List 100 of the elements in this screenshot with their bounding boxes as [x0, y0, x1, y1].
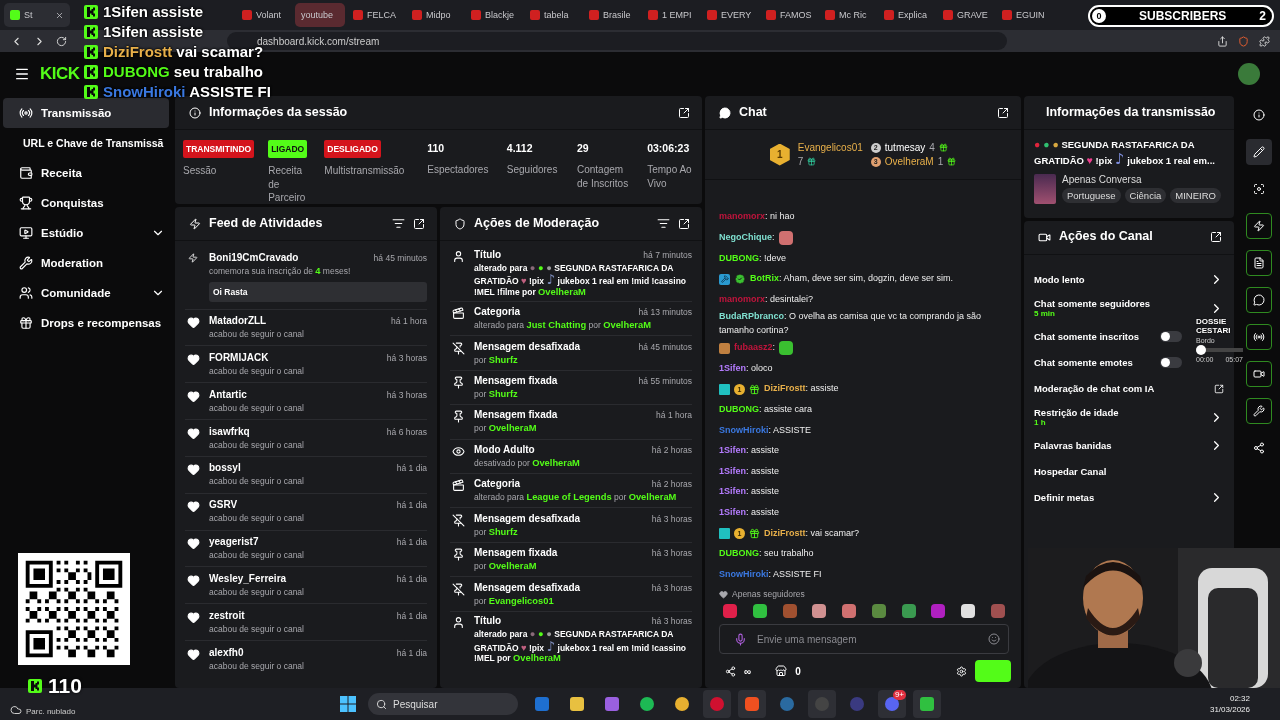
leader-name[interactable]: tutmesay: [884, 142, 926, 153]
chat-message: 1Sifen: assiste: [719, 464, 780, 478]
action-detail: por Shurfz: [474, 526, 519, 538]
rank-badge: 1: [769, 143, 790, 166]
browser-tab[interactable]: tabela: [524, 3, 581, 27]
user-name[interactable]: alexfh0: [209, 646, 244, 658]
action-label[interactable]: Definir metas: [1034, 492, 1209, 504]
user-name[interactable]: GSRV: [209, 499, 238, 511]
subscribers-count: 2: [1259, 9, 1266, 23]
browser-tab[interactable]: St: [4, 3, 70, 27]
action-label[interactable]: Moderação de chat com IA: [1034, 383, 1214, 395]
action-label[interactable]: Restrição de idade: [1034, 407, 1209, 419]
browser-tab[interactable]: FELCA: [347, 3, 404, 27]
stat-value: 03:06:23: [647, 141, 691, 156]
user-name[interactable]: Antartic: [209, 388, 247, 400]
taskbar-app[interactable]: 9+: [878, 690, 906, 718]
action-title: Mensagem desafixada: [474, 581, 581, 593]
leader-name[interactable]: OvelheraM: [884, 156, 934, 167]
sidebar-item[interactable]: Comunidade: [3, 278, 169, 308]
activity-detail: acabou de seguir o canal: [209, 586, 305, 598]
chat-message: 1Sifen: assiste: [719, 485, 780, 499]
sidebar-item[interactable]: Estúdio: [3, 218, 169, 248]
browser-tab[interactable]: 1 EMPI: [642, 3, 699, 27]
leader-name[interactable]: Evangelicos01: [797, 142, 863, 153]
action-detail: alterado para ● ● ● SEGUNDA RASTAFARICA DA GRATIDÃO ♥ !pix ♪ jukebox 1 real em !mid !cassino !MEL !filme por OvelheraM: [474, 262, 687, 298]
browser-tab[interactable]: Blackje: [465, 3, 522, 27]
user-name[interactable]: yeagerist7: [209, 536, 259, 548]
panel-title: Chat: [739, 105, 768, 120]
overlay-chat-message: 1Sifen assiste: [103, 23, 204, 40]
action-label[interactable]: Chat somente seguidores: [1034, 298, 1209, 310]
category-name: Apenas Conversa: [1062, 173, 1143, 185]
user-name[interactable]: isawfrkq: [209, 425, 250, 437]
gift-count: 4: [929, 142, 935, 153]
user-name[interactable]: MatadorZLL: [209, 315, 267, 327]
action-label[interactable]: Chat somente inscritos: [1034, 331, 1160, 343]
viewer-count-overlay: 110: [48, 674, 82, 698]
user-name[interactable]: zestroit: [209, 609, 245, 621]
activity-detail: acabou de seguir o canal: [209, 439, 305, 451]
time-label: há 1 dia: [396, 500, 427, 511]
time-label: há 1 dia: [396, 647, 427, 658]
sidebar-item[interactable]: Transmissão: [3, 98, 169, 128]
user-name[interactable]: Boni19CmCravado: [209, 252, 299, 263]
chat-message: SnowHiroki: ASSISTE: [719, 423, 812, 437]
action-label[interactable]: Hospedar Canal: [1034, 466, 1224, 478]
browser-tab[interactable]: EVERY: [701, 3, 758, 27]
user-name[interactable]: FORMIJACK: [209, 352, 269, 364]
time-label: há 1 dia: [396, 463, 427, 474]
taskbar-search[interactable]: Pesquisar: [368, 693, 518, 715]
message-input[interactable]: Envie uma mensagem: [719, 624, 1009, 654]
tab-group-label[interactable]: youtube: [295, 3, 345, 27]
chat-message: fubaasz2:: [734, 341, 776, 355]
action-detail: por Shurfz: [474, 354, 519, 366]
browser-tab[interactable]: Brasile: [583, 3, 640, 27]
action-title: Título: [474, 615, 502, 627]
panel-title: Feed de Atividades: [209, 216, 324, 231]
sidebar-item[interactable]: Conquistas: [3, 188, 169, 218]
browser-tab[interactable]: GRAVE: [937, 3, 994, 27]
chat-message: DiziFrostt: assiste: [764, 382, 839, 396]
action-title: Mensagem fixada: [474, 375, 558, 387]
action-detail: por OvelheraM: [474, 423, 538, 435]
overlay-chat-message: DUBONG seu trabalho: [103, 63, 264, 80]
time-label: há 3 horas: [651, 582, 692, 593]
action-label[interactable]: Palavras banidas: [1034, 440, 1209, 452]
chat-message: BudaRPbranco: O ovelha as camisa que vc ta comprando ja são tamanho cortina?: [719, 310, 983, 337]
browser-tab[interactable]: Midpo: [406, 3, 463, 27]
action-title: Mensagem desafixada: [474, 512, 581, 524]
message-bubble: Oi Rasta: [209, 281, 427, 302]
sidebar-item[interactable]: Moderation: [3, 248, 169, 278]
time-label: há 6 horas: [386, 426, 427, 437]
time-label: há 3 horas: [651, 616, 692, 627]
browser-tab[interactable]: Explica: [878, 3, 935, 27]
sidebar-subitem[interactable]: URL e Chave de Transmissã: [3, 128, 169, 158]
clock-date: 31/03/2026: [1209, 705, 1250, 714]
browser-tab[interactable]: EGUIN: [996, 3, 1053, 27]
action-title: Modo Adulto: [474, 443, 535, 455]
action-detail: por Shurfz: [474, 389, 519, 400]
status-label: Multistransmissão: [324, 164, 406, 178]
action-label[interactable]: Modo lento: [1034, 274, 1209, 286]
browser-tab[interactable]: Volant: [236, 3, 293, 27]
chat-message: DUBONG: !deve: [719, 251, 787, 265]
browser-tab[interactable]: Mc Ric: [819, 3, 876, 27]
sidebar-item[interactable]: Receita: [3, 158, 169, 188]
stat-label: Seguidores: [506, 163, 559, 177]
action-title: Título: [474, 248, 502, 260]
sidebar-item[interactable]: Drops e recompensas: [3, 308, 169, 338]
action-label[interactable]: Chat somente emotes: [1034, 357, 1160, 369]
chat-message: manomorx: ni hao: [719, 210, 795, 224]
time-label: há 1 dia: [396, 610, 427, 621]
kick-logo[interactable]: KICK: [40, 64, 80, 84]
time-label: há 55 minutos: [638, 376, 692, 387]
action-detail: por OvelheraM: [474, 561, 538, 572]
user-name[interactable]: Wesley_Ferreira: [209, 572, 287, 584]
chat-message: 1Sifen: assiste: [719, 444, 780, 458]
chat-message: DUBONG: seu trabalho: [719, 547, 814, 561]
activity-detail: acabou de seguir o canal: [209, 402, 305, 414]
browser-tab[interactable]: FAMOS: [760, 3, 817, 27]
user-name[interactable]: bossyl: [209, 462, 241, 474]
time-label: há 1 hora: [656, 410, 692, 421]
time-label: há 1 hora: [391, 316, 427, 327]
action-detail: por Evangelicos01: [474, 595, 555, 607]
